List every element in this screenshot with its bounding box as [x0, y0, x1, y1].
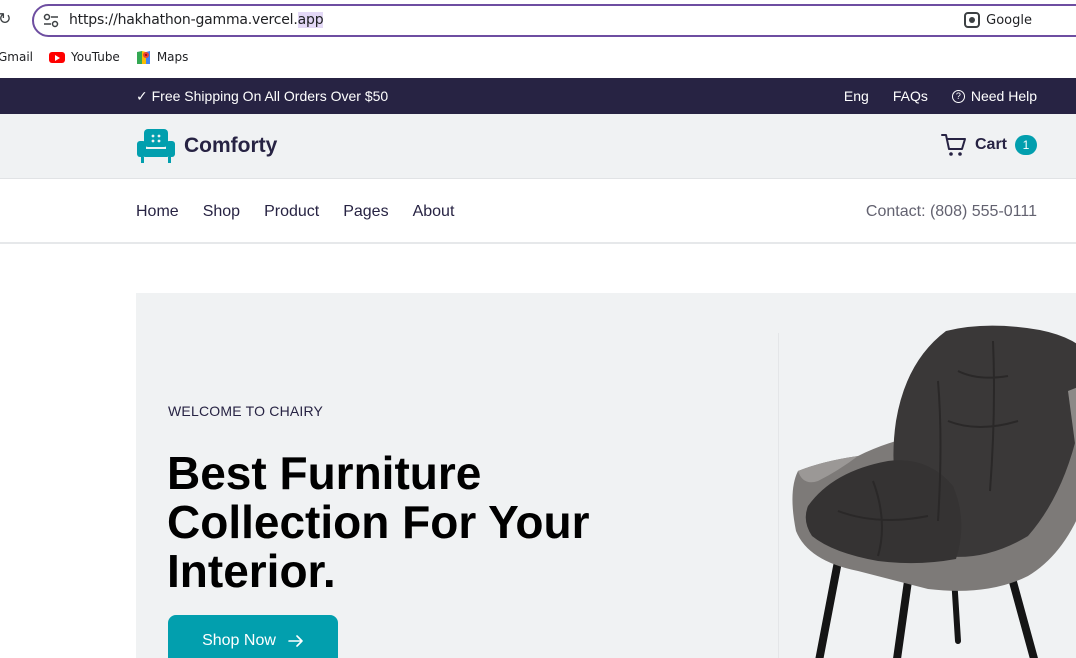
cart-label: Cart: [974, 136, 1007, 153]
nav-home[interactable]: Home: [136, 203, 179, 221]
url-main: https://hakhathon-gamma.vercel.: [69, 12, 298, 28]
youtube-icon: [49, 51, 66, 63]
url-text[interactable]: https://hakhathon-gamma.vercel.app: [69, 12, 324, 28]
maps-icon: [136, 50, 150, 64]
url-selected: app: [297, 12, 324, 28]
bookmark-maps[interactable]: Maps: [136, 50, 189, 65]
cart-button[interactable]: Cart 1: [940, 133, 1037, 157]
language-selector[interactable]: Eng: [844, 88, 869, 104]
bookmark-label: YouTube: [71, 50, 120, 64]
arrow-right-icon: [288, 635, 303, 647]
main-header: Comforty Cart 1: [0, 114, 1076, 179]
bookmark-gmail[interactable]: Gmail: [0, 50, 33, 64]
contact-phone: Contact: (808) 555-0111: [865, 203, 1037, 220]
hero-headline: Best Furniture Collection For Your Inter…: [167, 447, 590, 597]
hero-eyebrow: WELCOME TO CHAIRY: [168, 403, 324, 419]
need-help-link[interactable]: ? Need Help: [951, 88, 1037, 104]
topbar-links: Eng FAQs ? Need Help: [844, 88, 1037, 104]
hero-banner: WELCOME TO CHAIRY Best Furniture Collect…: [136, 293, 1076, 658]
armchair-product-image: [792, 325, 1076, 658]
faqs-link[interactable]: FAQs: [893, 88, 928, 104]
nav-product[interactable]: Product: [264, 203, 319, 221]
browser-toolbar: ↻ https://hakhathon-gamma.vercel.app Goo…: [0, 0, 1076, 42]
shop-now-label: Shop Now: [202, 632, 276, 649]
reload-icon[interactable]: ↻: [0, 10, 14, 30]
shop-now-button[interactable]: Shop Now: [168, 615, 338, 658]
cart-count-badge: 1: [1015, 135, 1037, 155]
bookmark-label: Gmail: [0, 50, 34, 64]
armchair-logo-icon: [137, 129, 175, 163]
announcement-bar: ✓ Free Shipping On All Orders Over $50 E…: [0, 78, 1076, 114]
navigation-bar: Home Shop Product Pages About Contact: (…: [0, 179, 1076, 244]
bookmarks-bar: Gmail YouTube Maps: [0, 44, 204, 70]
lens-label: Google: [986, 12, 1032, 28]
main-nav: Home Shop Product Pages About: [136, 203, 454, 221]
bookmark-label: Maps: [156, 50, 189, 64]
help-circle-icon: ?: [951, 89, 965, 103]
site-settings-icon[interactable]: [43, 12, 59, 30]
address-bar[interactable]: https://hakhathon-gamma.vercel.app Googl…: [32, 4, 1076, 37]
bookmark-youtube[interactable]: YouTube: [49, 50, 120, 64]
nav-about[interactable]: About: [413, 203, 455, 221]
lens-icon: [964, 12, 981, 28]
logo-text: Comforty: [184, 134, 278, 157]
cart-icon: [940, 134, 966, 156]
nav-shop[interactable]: Shop: [203, 203, 240, 221]
google-lens-button[interactable]: Google: [964, 12, 1032, 28]
nav-pages[interactable]: Pages: [343, 203, 388, 221]
site-logo[interactable]: Comforty: [136, 127, 277, 165]
free-shipping-text: ✓ Free Shipping On All Orders Over $50: [136, 88, 389, 104]
need-help-label: Need Help: [970, 88, 1037, 104]
